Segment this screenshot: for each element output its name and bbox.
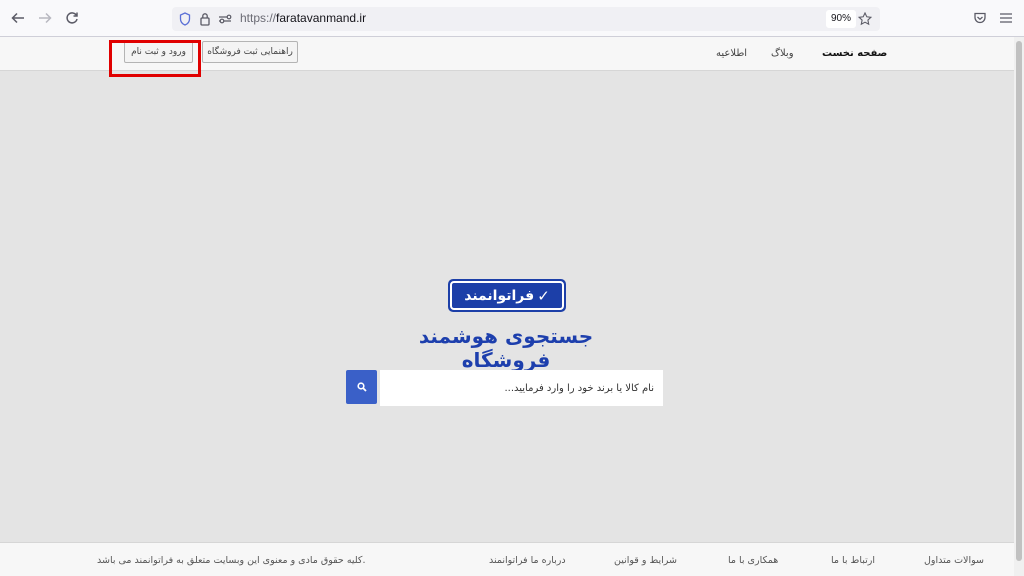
pocket-icon[interactable] [971, 9, 989, 27]
search-button[interactable] [346, 370, 377, 404]
site-logo[interactable]: فراتوانمند ✓ [448, 279, 566, 312]
footer-faq-link[interactable]: سوالات متداول [924, 555, 984, 566]
search-icon [356, 382, 367, 392]
site-footer: سوالات متداول ارتباط با ما همکاری با ما … [0, 542, 1014, 576]
url-text[interactable]: https://faratavanmand.ir [240, 11, 366, 25]
nav-announcements-link[interactable]: اطلاعیه [716, 48, 747, 59]
search-input[interactable] [380, 370, 663, 406]
store-registration-guide-button[interactable]: راهنمایی ثبت فروشگاه [202, 41, 298, 63]
hero-tagline: جستجوی هوشمند فروشگاه [418, 324, 594, 372]
check-icon: ✓ [537, 286, 550, 305]
menu-icon[interactable] [997, 9, 1015, 27]
bookmark-star-icon[interactable] [858, 11, 872, 27]
footer-terms-link[interactable]: شرایط و قوانین [614, 555, 677, 566]
url-domain: faratavanmand.ir [276, 11, 367, 25]
nav-blog-link[interactable]: وبلاگ [771, 48, 794, 59]
url-bar[interactable]: https://faratavanmand.ir 90% [172, 7, 880, 31]
browser-toolbar: https://faratavanmand.ir 90% [0, 0, 1024, 37]
highlight-box [109, 40, 201, 77]
footer-about-link[interactable]: درباره ما فراتوانمند [489, 555, 566, 566]
page-scrollbar[interactable] [1014, 37, 1024, 576]
nav-home-link[interactable]: صفحه نخست [822, 48, 887, 59]
url-protocol: https:// [240, 11, 277, 25]
permissions-icon[interactable] [218, 11, 232, 27]
zoom-level-badge[interactable]: 90% [826, 10, 857, 28]
footer-cooperation-link[interactable]: همکاری با ما [728, 555, 778, 566]
scrollbar-thumb[interactable] [1016, 41, 1022, 561]
logo-text: فراتوانمند [464, 287, 535, 304]
footer-contact-link[interactable]: ارتباط با ما [831, 555, 875, 566]
back-icon[interactable] [8, 8, 28, 28]
footer-copyright: کلیه حقوق مادی و معنوی این وبسایت متعلق … [97, 555, 366, 566]
lock-icon[interactable] [198, 11, 212, 27]
shield-icon[interactable] [178, 11, 192, 27]
forward-icon [35, 8, 55, 28]
reload-icon[interactable] [62, 8, 82, 28]
